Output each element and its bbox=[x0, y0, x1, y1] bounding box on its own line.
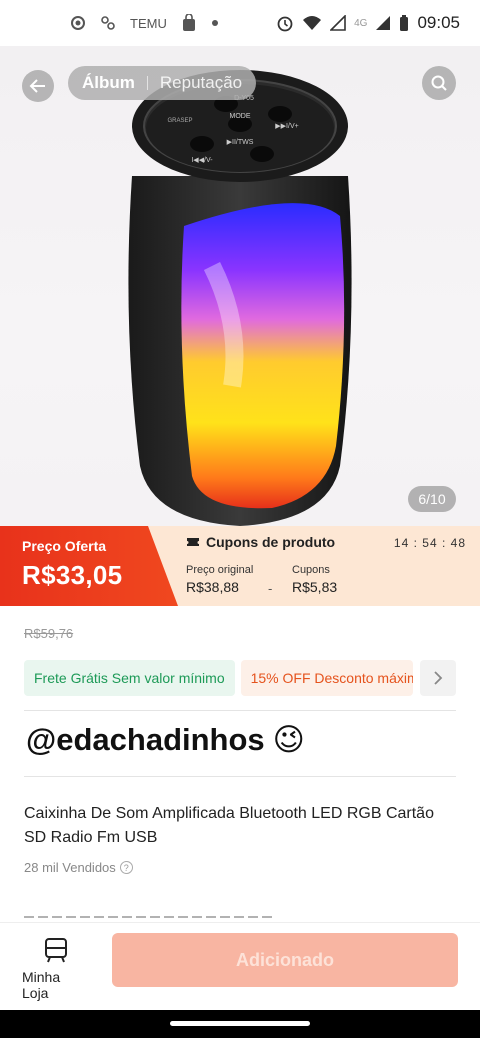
product-title: Caixinha De Som Amplificada Bluetooth LE… bbox=[24, 805, 434, 846]
added-button[interactable]: Adicionado bbox=[112, 933, 458, 987]
brand-label: GRASEP bbox=[167, 118, 192, 124]
signal-icon bbox=[330, 15, 346, 31]
sold-count: 28 mil Vendidos ? bbox=[24, 860, 133, 875]
offer-price-block: Preço Oferta R$33,05 bbox=[0, 526, 178, 606]
search-button[interactable] bbox=[422, 66, 456, 100]
shop-handle-text: @edachadinhos bbox=[26, 722, 265, 757]
record-icon bbox=[71, 16, 85, 30]
coupon-title: Cupons de produto bbox=[206, 534, 336, 550]
divider-top bbox=[24, 710, 456, 711]
next-label: ▶▶I/V+ bbox=[275, 123, 298, 130]
price-banner: Preço Oferta R$33,05 Cupons de produto 1… bbox=[0, 526, 480, 606]
back-button[interactable] bbox=[22, 70, 54, 102]
image-counter: 6/10 bbox=[408, 486, 456, 512]
help-icon[interactable]: ? bbox=[119, 861, 133, 874]
wifi-icon bbox=[303, 16, 322, 30]
notification-icon bbox=[101, 16, 115, 30]
status-bar: TEMU 4G 09:05 bbox=[0, 0, 480, 46]
chips-more-button[interactable] bbox=[420, 660, 456, 696]
status-bar-right: 4G 09:05 bbox=[276, 13, 460, 33]
original-price-label: Preço original bbox=[186, 564, 254, 576]
timer-minutes: 54 bbox=[422, 536, 438, 550]
gallery-tabs: Álbum Reputação bbox=[68, 66, 257, 100]
offer-label: Preço Oferta bbox=[22, 538, 107, 554]
tab-album[interactable]: Álbum bbox=[82, 73, 135, 93]
store-icon bbox=[45, 938, 67, 963]
signal-icon-2 bbox=[376, 16, 391, 30]
shopping-bag-icon bbox=[182, 14, 195, 31]
network-type: 4G bbox=[354, 17, 368, 29]
timer-hours: 14 bbox=[393, 536, 410, 550]
product-image-gallery[interactable]: MODE D-Y05 ▶II/TWS ▶▶I/V+ I◀◀/V- GRASEP … bbox=[0, 46, 480, 526]
chip-discount[interactable]: 15% OFF Desconto máximo bbox=[240, 660, 413, 696]
minus-sign: - bbox=[268, 581, 273, 596]
my-store-label: Minha Loja bbox=[22, 969, 61, 1001]
original-price-col: Preço original R$38,88 bbox=[186, 564, 253, 595]
coupon-header[interactable]: Cupons de produto bbox=[186, 534, 335, 550]
arrow-left-icon bbox=[29, 79, 45, 93]
coupons-col: Cupons R$5,83 bbox=[292, 564, 337, 595]
battery-icon bbox=[400, 14, 409, 31]
tab-reputacao[interactable]: Reputação bbox=[160, 73, 242, 93]
tws-label: ▶II/TWS bbox=[227, 139, 254, 146]
bottom-action-bar: Minha Loja Adicionado bbox=[0, 922, 480, 1010]
mode-label: MODE bbox=[230, 113, 251, 120]
divider-middle bbox=[24, 776, 456, 777]
chevron-right-icon bbox=[434, 671, 443, 685]
coupon-icon bbox=[187, 538, 199, 546]
product-image-speaker: MODE D-Y05 ▶II/TWS ▶▶I/V+ I◀◀/V- GRASEP bbox=[128, 70, 352, 526]
countdown-timer: 14 : 54 : 48 bbox=[393, 536, 466, 550]
dot-icon bbox=[211, 20, 218, 26]
sold-count-text: 28 mil Vendidos bbox=[24, 860, 116, 875]
my-store-button[interactable]: Minha Loja bbox=[22, 937, 90, 1001]
clipped-text-line bbox=[24, 912, 274, 918]
timer-seconds: 48 bbox=[450, 536, 466, 550]
original-price-value: R$38,88 bbox=[186, 579, 239, 595]
old-price: R$59,76 bbox=[24, 626, 74, 641]
status-bar-left: TEMU bbox=[70, 14, 219, 32]
alarm-icon bbox=[277, 16, 293, 32]
tab-separator bbox=[146, 76, 148, 90]
home-gesture-pill[interactable] bbox=[170, 1021, 310, 1026]
chip-free-shipping[interactable]: Frete Grátis Sem valor mínimo bbox=[24, 660, 235, 696]
coupons-label: Cupons bbox=[292, 564, 330, 576]
search-icon bbox=[431, 75, 447, 91]
system-nav-bar bbox=[0, 1010, 480, 1038]
wink-emoji-icon: 😉 bbox=[272, 722, 305, 757]
coupons-value: R$5,83 bbox=[292, 579, 338, 595]
prev-label: I◀◀/V- bbox=[191, 157, 213, 164]
temu-app-icon: TEMU bbox=[130, 15, 167, 31]
shop-handle: @edachadinhos 😉 bbox=[26, 722, 305, 758]
clock: 09:05 bbox=[417, 13, 460, 32]
offer-price: R$33,05 bbox=[22, 560, 123, 590]
promo-chips: Frete Grátis Sem valor mínimo 15% OFF De… bbox=[24, 660, 456, 696]
